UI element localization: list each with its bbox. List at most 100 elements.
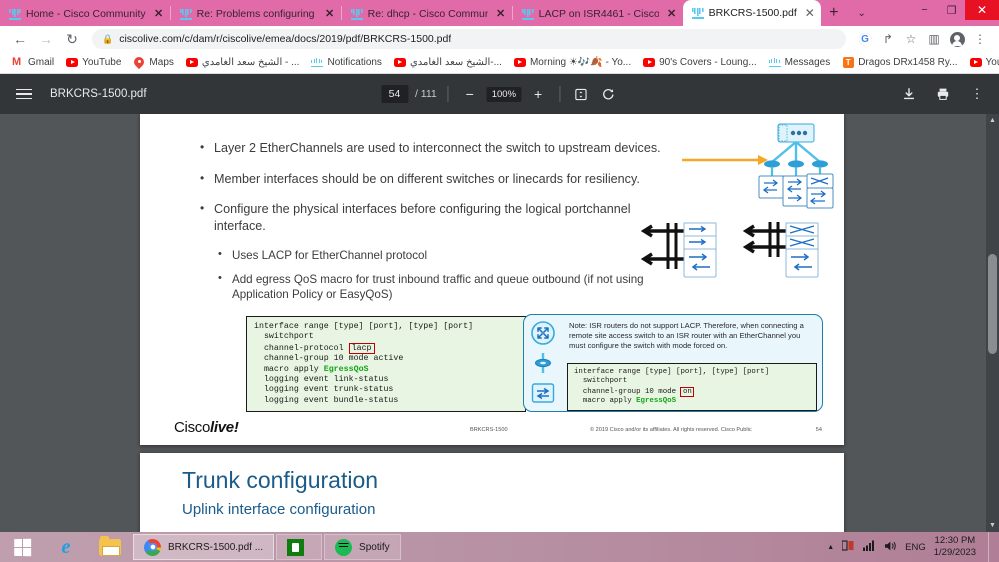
vertical-scrollbar-thumb[interactable] bbox=[988, 254, 997, 354]
pdf-more-menu-icon[interactable]: ⋮ bbox=[967, 84, 987, 104]
fit-page-icon[interactable] bbox=[571, 84, 591, 104]
note-icon-column bbox=[530, 320, 564, 413]
chrome-icon bbox=[144, 538, 161, 556]
clock-date: 1/29/2023 bbox=[933, 547, 976, 558]
tab-close-button[interactable]: ✕ bbox=[803, 7, 817, 19]
bookmark-label: Maps bbox=[149, 57, 174, 68]
zoom-out-button[interactable]: − bbox=[460, 84, 480, 104]
download-icon[interactable] bbox=[899, 84, 919, 104]
note-code-line-2: switchport bbox=[574, 377, 628, 386]
reload-icon[interactable]: ↻ bbox=[60, 27, 84, 51]
side-panel-icon[interactable]: ▥ bbox=[923, 28, 945, 50]
bookmark-arabic-1[interactable]: الشيخ سعد الغامدي - ... bbox=[180, 54, 306, 72]
tab-title: LACP on ISR4461 - Cisco Comm bbox=[538, 8, 659, 20]
browser-tab-0[interactable]: Home - Cisco Community ✕ bbox=[0, 2, 170, 26]
system-tray: ▲ ENG 12:30 PM 1/29/2023 bbox=[827, 532, 999, 562]
cisco-icon bbox=[691, 7, 704, 19]
maximize-button[interactable]: ❐ bbox=[938, 0, 965, 20]
copyright-text: © 2019 Cisco and/or its affiliates. All … bbox=[590, 427, 752, 433]
zoom-level-label[interactable]: 100% bbox=[486, 86, 522, 102]
bookmark-notifications[interactable]: Notifications bbox=[305, 54, 387, 72]
start-button[interactable] bbox=[0, 532, 44, 562]
google-lens-icon[interactable] bbox=[854, 28, 876, 50]
new-tab-button[interactable]: + bbox=[821, 0, 847, 26]
t-icon: T bbox=[842, 57, 854, 69]
browser-tab-1[interactable]: Re: Problems configuring OSPF ✕ bbox=[171, 2, 341, 26]
bookmark-dragos[interactable]: T Dragos DRx1458 Ry... bbox=[836, 54, 963, 72]
back-arrow-icon[interactable]: ← bbox=[8, 27, 32, 51]
scroll-down-arrow-icon[interactable]: ▼ bbox=[986, 519, 999, 532]
show-desktop-button[interactable] bbox=[988, 532, 993, 562]
zoom-in-button[interactable]: + bbox=[528, 84, 548, 104]
volume-icon[interactable] bbox=[884, 540, 897, 555]
language-indicator[interactable]: ENG bbox=[905, 542, 926, 553]
bookmark-label: Gmail bbox=[28, 57, 55, 68]
slide-footer: BRKCRS-1500 © 2019 Cisco and/or its affi… bbox=[470, 427, 822, 433]
rotate-icon[interactable] bbox=[598, 84, 618, 104]
close-window-button[interactable]: ✕ bbox=[965, 0, 999, 20]
bookmark-morning[interactable]: Morning ☀🎶🍂 - Yo... bbox=[508, 54, 637, 72]
note-code-line-1: interface range [type] [port], [type] [p… bbox=[574, 368, 770, 376]
bookmark-label: Morning ☀🎶🍂 - Yo... bbox=[529, 57, 632, 68]
bookmark-arabic-2[interactable]: الشيخ سعد الغامدي-... bbox=[388, 54, 508, 72]
hamburger-icon[interactable] bbox=[12, 80, 40, 108]
taskbar-task-store[interactable] bbox=[276, 534, 323, 560]
browser-tab-2[interactable]: Re: dhcp - Cisco Community ✕ bbox=[342, 2, 512, 26]
bookmark-youtube-2[interactable]: YouTube bbox=[964, 54, 999, 72]
chrome-menu-icon[interactable]: ⋮ bbox=[969, 28, 991, 50]
code-line-5-prefix: macro apply bbox=[254, 364, 324, 374]
share-icon[interactable]: ↱ bbox=[877, 28, 899, 50]
minimize-button[interactable]: − bbox=[911, 0, 938, 20]
bullet-item: Add egress QoS macro for trust inbound t… bbox=[218, 271, 670, 303]
print-icon[interactable] bbox=[933, 84, 953, 104]
page-number-input[interactable]: 54 bbox=[380, 85, 408, 103]
vertical-scrollbar-track[interactable]: ▲ ▼ bbox=[986, 114, 999, 532]
next-slide-title: Trunk configuration bbox=[182, 467, 379, 493]
bookmark-90s-covers[interactable]: 90's Covers - Loung... bbox=[637, 54, 763, 72]
taskbar-task-spotify[interactable]: Spotify bbox=[324, 534, 401, 560]
address-bar-url: ciscolive.com/c/dam/r/ciscolive/emea/doc… bbox=[119, 33, 452, 45]
bookmark-gmail[interactable]: Gmail bbox=[6, 54, 60, 72]
tab-close-button[interactable]: ✕ bbox=[494, 8, 508, 20]
note-callout-box: Note: ISR routers do not support LACP. T… bbox=[523, 314, 823, 412]
address-bar[interactable]: 🔒 ciscolive.com/c/dam/r/ciscolive/emea/d… bbox=[92, 29, 846, 49]
cisco-icon bbox=[521, 8, 534, 20]
note-cli-code-block: interface range [type] [port], [type] [p… bbox=[567, 363, 817, 412]
tab-close-button[interactable]: ✕ bbox=[323, 8, 337, 20]
tab-title: Re: dhcp - Cisco Community bbox=[367, 8, 488, 20]
bookmark-star-icon[interactable]: ☆ bbox=[900, 28, 922, 50]
bookmark-label: Dragos DRx1458 Ry... bbox=[858, 57, 958, 68]
browser-tab-4-active[interactable]: BRKCRS-1500.pdf ✕ bbox=[682, 0, 821, 26]
tab-close-button[interactable]: ✕ bbox=[152, 8, 166, 20]
bullet-item: Layer 2 EtherChannels are used to interc… bbox=[200, 139, 670, 157]
bookmark-label: Notifications bbox=[327, 57, 382, 68]
spotify-icon bbox=[335, 538, 353, 556]
cli-config-code-block: interface range [type] [port], [type] [p… bbox=[246, 316, 526, 413]
forward-arrow-icon[interactable]: → bbox=[34, 27, 58, 51]
signal-icon[interactable] bbox=[863, 540, 876, 554]
etherchannel-diagram-left bbox=[640, 222, 717, 278]
taskbar-internet-explorer[interactable]: e bbox=[44, 532, 88, 562]
cisco-icon bbox=[311, 57, 324, 69]
bookmark-messages[interactable]: Messages bbox=[763, 54, 837, 72]
cisco-icon bbox=[768, 57, 781, 69]
gmail-icon bbox=[12, 57, 24, 69]
browser-tab-3[interactable]: LACP on ISR4461 - Cisco Comm ✕ bbox=[513, 2, 683, 26]
bookmark-youtube-1[interactable]: YouTube bbox=[60, 54, 127, 72]
profile-avatar-icon[interactable] bbox=[946, 28, 968, 50]
tab-search-chevron-down-icon[interactable]: ⌄ bbox=[847, 0, 877, 26]
taskbar-task-chrome[interactable]: BRKCRS-1500.pdf ... bbox=[133, 534, 275, 560]
clock[interactable]: 12:30 PM 1/29/2023 bbox=[934, 535, 980, 559]
pdf-file-name: BRKCRS-1500.pdf bbox=[50, 88, 147, 100]
youtube-icon bbox=[969, 57, 982, 69]
pdf-viewer-area[interactable]: Layer 2 EtherChannels are used to interc… bbox=[0, 114, 999, 532]
taskbar-file-explorer[interactable] bbox=[88, 532, 132, 562]
bookmark-maps[interactable]: Maps bbox=[127, 54, 179, 72]
network-icon[interactable] bbox=[841, 539, 855, 555]
bookmark-label: الشيخ سعد الغامدي - ... bbox=[201, 57, 300, 68]
show-hidden-icons-chevron-up-icon[interactable]: ▲ bbox=[827, 544, 834, 551]
code-line-7: logging event trunk-status bbox=[254, 385, 394, 395]
scroll-up-arrow-icon[interactable]: ▲ bbox=[986, 114, 999, 127]
tab-close-button[interactable]: ✕ bbox=[665, 8, 679, 20]
pdf-toolbar-actions: ⋮ bbox=[899, 84, 987, 104]
